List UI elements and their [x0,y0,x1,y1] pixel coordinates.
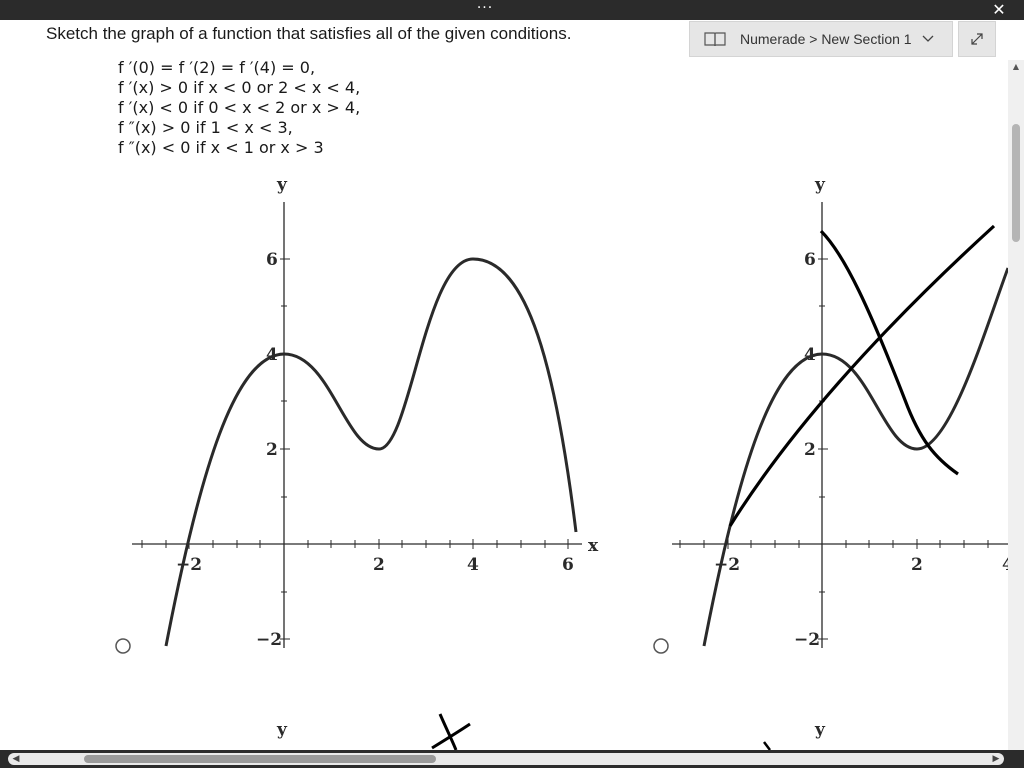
y-tick-label: −2 [256,630,282,650]
annotation-stroke [728,224,996,527]
scroll-right-arrow-icon[interactable]: ▶ [990,752,1002,766]
y-tick-label: 2 [804,440,816,460]
y-tick-label: −2 [794,630,820,650]
y-axis-label: y [814,720,826,740]
y-tick-label: 6 [804,250,816,270]
graph-option-2: y −2 2 4 6 4 2 −2 [653,175,1014,654]
scroll-up-arrow-icon[interactable]: ▲ [1008,60,1024,74]
x-tick-label: 2 [373,555,385,575]
x-tick-label: 2 [911,555,923,575]
horizontal-scrollbar-thumb[interactable] [84,755,436,763]
y-axis-label: y [276,720,288,740]
annotation-stroke [763,741,771,751]
annotation-stroke [431,713,471,751]
x-axis-label: x [588,536,599,556]
y-tick-label: 2 [266,440,278,460]
y-axis-label: y [276,175,288,195]
vertical-scrollbar-thumb[interactable] [1012,124,1020,242]
graphs-canvas: y x −2 2 4 6 6 4 2 −2 y −2 2 4 6 4 2 −2 [115,175,1014,751]
scrollbar-corner [1008,750,1024,768]
scroll-left-arrow-icon[interactable]: ◀ [10,752,22,766]
x-tick-label: 4 [467,555,479,575]
graph-option-1: y x −2 2 4 6 6 4 2 −2 [115,175,599,654]
lower-graphs-partial: y y [276,713,826,751]
x-tick-label: 6 [562,555,574,575]
y-tick-label: 6 [266,250,278,270]
option-radio[interactable] [115,638,131,654]
y-axis-label: y [814,175,826,195]
function-curve [164,257,578,647]
option-radio[interactable] [653,638,669,654]
function-curve [702,267,1010,647]
